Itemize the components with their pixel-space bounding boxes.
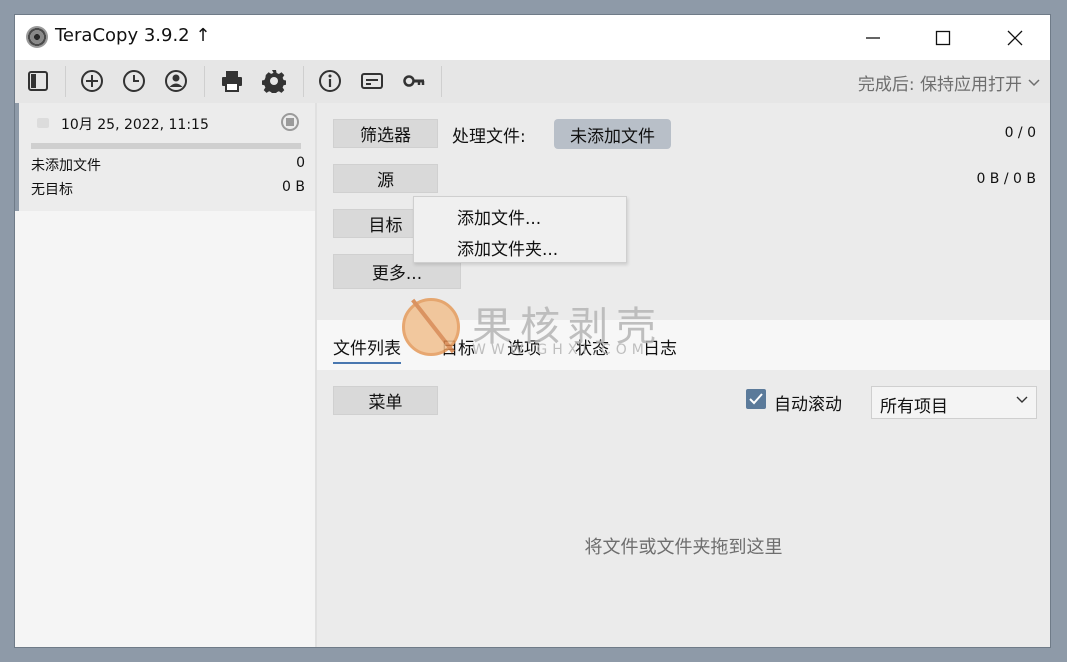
- panel-icon: [28, 71, 48, 91]
- menu-item-add-folder[interactable]: 添加文件夹...: [457, 235, 558, 260]
- processing-status-badge: 未添加文件: [554, 119, 671, 149]
- account-icon: [165, 70, 187, 92]
- toolbar-divider: [303, 66, 304, 97]
- job-files-count: 0: [296, 155, 305, 171]
- panel-toggle-button[interactable]: [25, 68, 51, 94]
- autoscroll-label: 自动滚动: [774, 395, 842, 415]
- update-arrow-icon[interactable]: ↑: [195, 25, 210, 46]
- job-target-size: 0 B: [282, 179, 305, 195]
- print-button[interactable]: [219, 68, 245, 94]
- register-button[interactable]: [401, 68, 427, 94]
- license-button[interactable]: [359, 68, 385, 94]
- license-icon: [361, 73, 383, 89]
- job-target-label: 无目标: [31, 182, 73, 198]
- toolbar-divider: [441, 66, 442, 97]
- toolbar-divider: [65, 66, 66, 97]
- drop-zone-hint: 将文件或文件夹拖到这里: [584, 537, 783, 558]
- autoscroll-checkbox[interactable]: [746, 389, 766, 409]
- window-title: TeraCopy 3.9.2 ↑: [55, 25, 210, 46]
- job-files-row: 未添加文件 0: [31, 155, 305, 175]
- chevron-down-icon: [1028, 78, 1040, 86]
- processing-label: 处理文件:: [452, 127, 526, 147]
- minimize-icon: [866, 36, 880, 39]
- watermark-url: WWW.GHXI.COM: [472, 342, 649, 358]
- watermark-logo: 果核剥壳 WWW.GHXI.COM: [400, 296, 670, 366]
- chevron-down-icon: [1016, 396, 1028, 403]
- size-count: 0 B / 0 B: [976, 171, 1036, 187]
- settings-button[interactable]: [261, 68, 287, 94]
- menu-item-add-files[interactable]: 添加文件...: [457, 204, 541, 229]
- teracopy-logo-icon: [26, 26, 48, 48]
- new-job-button[interactable]: [79, 68, 105, 94]
- job-status-icon: [37, 118, 49, 128]
- gear-icon: [262, 70, 286, 93]
- add-icon: [81, 70, 103, 92]
- item-filter-value: 所有项目: [880, 397, 948, 417]
- title-bar: TeraCopy 3.9.2 ↑: [15, 15, 1050, 60]
- close-button[interactable]: [980, 15, 1050, 60]
- maximize-button[interactable]: [908, 15, 978, 60]
- main-panel: 筛选器 处理文件: 未添加文件 0 / 0 源 0 B / 0 B 目标 更多.…: [317, 103, 1050, 647]
- minimize-button[interactable]: [838, 15, 908, 60]
- after-done-label: 完成后: 保持应用打开: [857, 75, 1022, 95]
- source-dropdown-menu: 添加文件... 添加文件夹...: [413, 196, 627, 263]
- job-date: 10月 25, 2022, 11:15: [61, 117, 209, 133]
- key-icon: [403, 75, 425, 87]
- info-icon: [319, 70, 341, 92]
- print-icon: [222, 71, 242, 92]
- job-files-label: 未添加文件: [31, 158, 101, 174]
- about-button[interactable]: [317, 68, 343, 94]
- maximize-icon: [935, 30, 951, 45]
- menu-button[interactable]: 菜单: [333, 386, 438, 415]
- history-button[interactable]: [121, 68, 147, 94]
- close-icon: [1007, 30, 1023, 45]
- job-progress-bar: [31, 143, 301, 149]
- toolbar-divider: [204, 66, 205, 97]
- tab-file-list[interactable]: 文件列表: [333, 334, 401, 364]
- history-icon: [123, 70, 145, 92]
- toolbar: 完成后: 保持应用打开: [15, 60, 1050, 103]
- stop-icon: [286, 118, 294, 126]
- stop-job-button[interactable]: [281, 113, 299, 131]
- after-done-selector[interactable]: 完成后: 保持应用打开: [858, 70, 1040, 95]
- account-button[interactable]: [163, 68, 189, 94]
- filter-button[interactable]: 筛选器: [333, 119, 438, 148]
- job-item[interactable]: 10月 25, 2022, 11:15 未添加文件 0 无目标 0 B: [15, 103, 315, 211]
- checkmark-icon: [749, 393, 763, 405]
- job-list-panel: 10月 25, 2022, 11:15 未添加文件 0 无目标 0 B: [15, 103, 317, 647]
- app-name: TeraCopy 3.9.2: [55, 25, 190, 46]
- item-filter-select[interactable]: 所有项目: [871, 386, 1037, 419]
- job-target-row: 无目标 0 B: [31, 179, 305, 199]
- file-count: 0 / 0: [1004, 125, 1036, 141]
- source-button[interactable]: 源: [333, 164, 438, 193]
